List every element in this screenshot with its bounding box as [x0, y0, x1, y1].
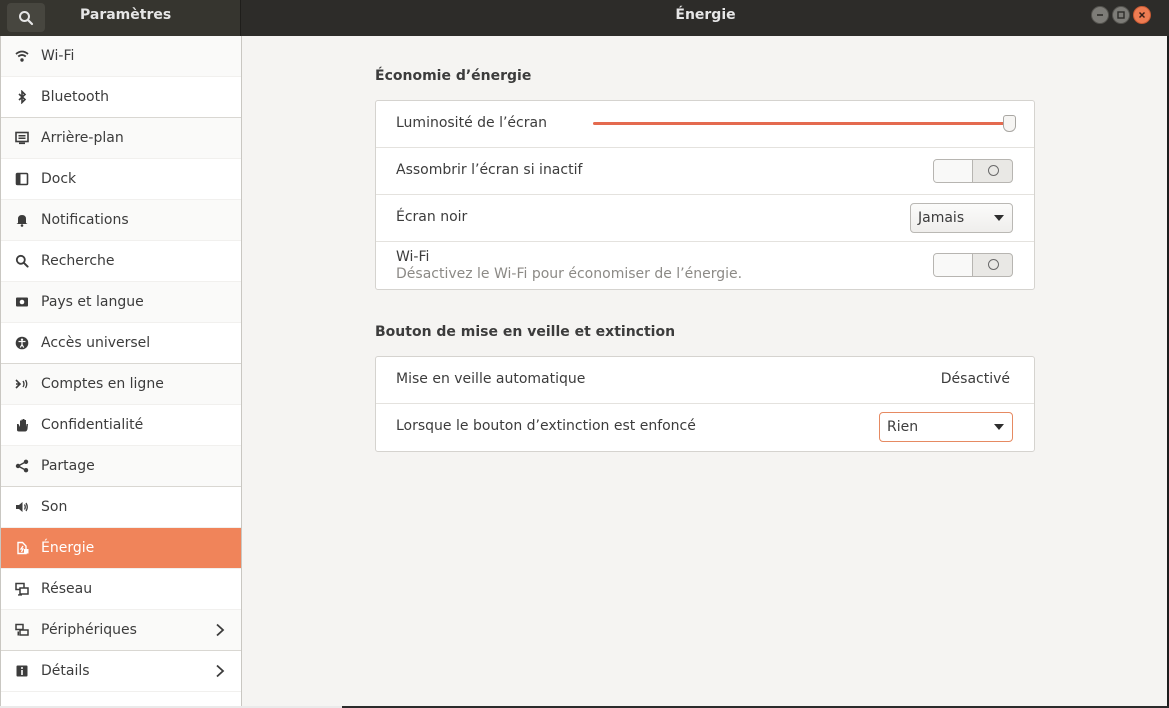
network-icon — [15, 582, 29, 596]
sidebar-item-notifications[interactable]: Notifications — [1, 200, 241, 241]
power-button-value: Rien — [887, 419, 919, 435]
wifi-row: Wi-Fi Désactivez le Wi-Fi pour économise… — [376, 242, 1034, 289]
sidebar-item-region[interactable]: Pays et langue — [1, 282, 241, 323]
sidebar-item-privacy[interactable]: Confidentialité — [1, 405, 241, 446]
sidebar: Wi-Fi Bluetooth Arrière-plan Dock Notifi… — [0, 36, 242, 706]
privacy-hand-icon — [15, 418, 29, 432]
brightness-label: Luminosité de l’écran — [396, 115, 547, 131]
sidebar-item-label: Accès universel — [41, 335, 151, 351]
dim-screen-toggle[interactable] — [933, 159, 1013, 183]
power-button-label: Lorsque le bouton d’extinction est enfon… — [396, 418, 696, 434]
toggle-off-indicator-icon — [988, 165, 999, 176]
power-icon — [15, 541, 29, 555]
search-button[interactable] — [7, 3, 45, 32]
sidebar-item-label: Périphériques — [41, 622, 137, 638]
sidebar-item-label: Son — [41, 499, 68, 515]
close-button[interactable] — [1133, 6, 1151, 24]
bell-icon — [15, 213, 29, 227]
devices-icon — [15, 623, 29, 637]
sidebar-item-label: Partage — [41, 458, 95, 474]
title-bar: Paramètres Énergie — [0, 0, 1169, 36]
maximize-button[interactable] — [1112, 6, 1130, 24]
minimize-icon — [1097, 14, 1103, 16]
sidebar-item-label: Énergie — [41, 540, 95, 556]
dim-screen-label: Assombrir l’écran si inactif — [396, 162, 583, 178]
blank-screen-dropdown[interactable]: Jamais — [910, 203, 1013, 233]
blank-screen-label: Écran noir — [396, 209, 468, 225]
sidebar-item-bluetooth[interactable]: Bluetooth — [1, 77, 241, 118]
sidebar-item-label: Bluetooth — [41, 89, 109, 105]
minimize-button[interactable] — [1091, 6, 1109, 24]
auto-suspend-value: Désactivé — [940, 371, 1010, 387]
accessibility-icon — [15, 336, 29, 350]
brightness-row: Luminosité de l’écran — [376, 101, 1034, 148]
region-icon — [15, 295, 29, 309]
sidebar-item-label: Notifications — [41, 212, 129, 228]
sidebar-item-label: Recherche — [41, 253, 115, 269]
sidebar-item-dock[interactable]: Dock — [1, 159, 241, 200]
suspend-title: Bouton de mise en veille et extinction — [375, 324, 676, 340]
sidebar-item-wifi[interactable]: Wi-Fi — [1, 36, 241, 77]
toggle-knob — [934, 160, 973, 182]
sidebar-item-label: Pays et langue — [41, 294, 144, 310]
background-icon — [15, 131, 29, 145]
close-icon — [1138, 11, 1146, 19]
info-icon — [15, 664, 29, 678]
toggle-off-indicator-icon — [988, 259, 999, 270]
dock-icon — [15, 172, 29, 186]
sidebar-item-label: Dock — [41, 171, 77, 187]
power-saving-title: Économie d’énergie — [375, 68, 532, 84]
sidebar-item-label: Détails — [41, 663, 90, 679]
speaker-icon — [15, 500, 29, 514]
sidebar-item-details[interactable]: Détails — [1, 651, 241, 692]
sidebar-item-background[interactable]: Arrière-plan — [1, 118, 241, 159]
panel-title: Énergie — [675, 7, 736, 23]
search-icon — [19, 10, 34, 25]
search-icon — [15, 254, 29, 268]
sidebar-item-label: Comptes en ligne — [41, 376, 164, 392]
sidebar-item-search[interactable]: Recherche — [1, 241, 241, 282]
sidebar-item-label: Réseau — [41, 581, 93, 597]
dropdown-arrow-icon — [994, 424, 1004, 430]
sidebar-item-accessibility[interactable]: Accès universel — [1, 323, 241, 364]
sidebar-item-sound[interactable]: Son — [1, 487, 241, 528]
sidebar-item-network[interactable]: Réseau — [1, 569, 241, 610]
online-accounts-icon — [15, 377, 29, 391]
auto-suspend-label: Mise en veille automatique — [396, 371, 586, 387]
chevron-right-icon — [216, 623, 225, 637]
power-button-dropdown[interactable]: Rien — [879, 412, 1013, 442]
sidebar-item-label: Wi-Fi — [41, 48, 75, 64]
wifi-icon — [15, 49, 29, 63]
sidebar-item-sharing[interactable]: Partage — [1, 446, 241, 487]
suspend-panel: Mise en veille automatique Désactivé Lor… — [375, 356, 1035, 452]
bluetooth-icon — [15, 90, 29, 104]
power-saving-panel: Luminosité de l’écran Assombrir l’écran … — [375, 100, 1035, 290]
blank-screen-value: Jamais — [918, 210, 965, 226]
auto-suspend-row[interactable]: Mise en veille automatique Désactivé — [376, 357, 1034, 404]
wifi-description: Désactivez le Wi-Fi pour économiser de l… — [396, 266, 743, 282]
sidebar-item-devices[interactable]: Périphériques — [1, 610, 241, 651]
maximize-icon — [1117, 11, 1125, 19]
app-title: Paramètres — [80, 7, 172, 23]
sidebar-item-power[interactable]: Énergie — [1, 528, 241, 569]
dropdown-arrow-icon — [994, 215, 1004, 221]
power-button-row: Lorsque le bouton d’extinction est enfon… — [376, 404, 1034, 451]
sidebar-item-label: Confidentialité — [41, 417, 144, 433]
window-controls — [1091, 6, 1151, 24]
dim-screen-row: Assombrir l’écran si inactif — [376, 148, 1034, 195]
wifi-toggle[interactable] — [933, 253, 1013, 277]
blank-screen-row: Écran noir Jamais — [376, 195, 1034, 242]
brightness-slider[interactable] — [593, 122, 1011, 125]
power-panel: Économie d’énergie Luminosité de l’écran… — [242, 36, 1167, 706]
sidebar-item-online-accounts[interactable]: Comptes en ligne — [1, 364, 241, 405]
chevron-right-icon — [216, 664, 225, 678]
brightness-slider-handle[interactable] — [1003, 115, 1016, 132]
toggle-knob — [934, 254, 973, 276]
sidebar-item-label: Arrière-plan — [41, 130, 124, 146]
wifi-label: Wi-Fi — [396, 249, 430, 265]
share-icon — [15, 459, 29, 473]
sidebar-header: Paramètres — [0, 0, 241, 36]
